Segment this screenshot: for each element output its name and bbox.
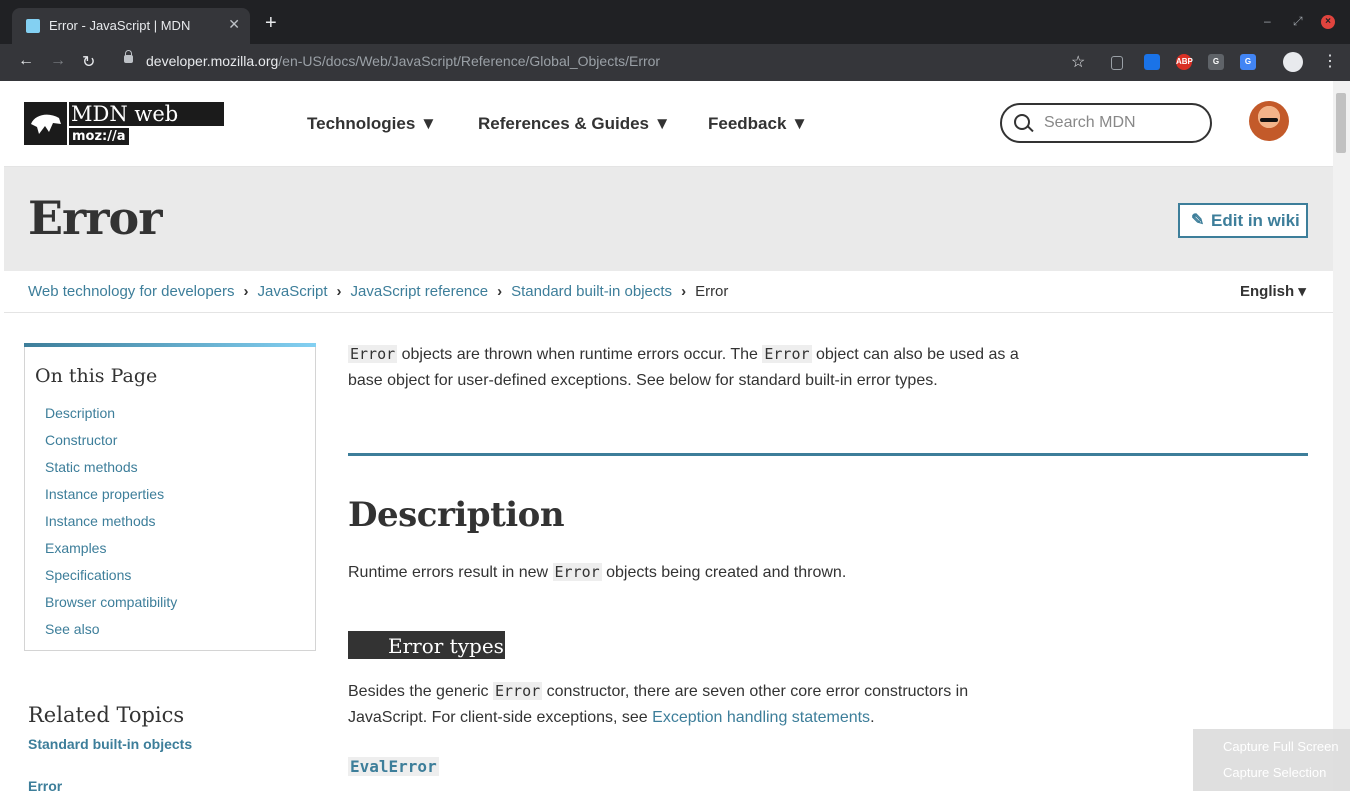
text: objects are thrown when runtime errors o… bbox=[397, 346, 763, 363]
description-paragraph: Runtime errors result in new Error objec… bbox=[348, 559, 1248, 586]
mdn-favicon-icon bbox=[26, 19, 40, 33]
toc-item-static-methods[interactable]: Static methods bbox=[45, 459, 138, 475]
toc-item-constructor[interactable]: Constructor bbox=[45, 432, 117, 448]
text: objects being created and thrown. bbox=[601, 564, 847, 581]
divider bbox=[4, 312, 1333, 313]
edit-in-wiki-button[interactable]: ✎ Edit in wiki bbox=[1178, 203, 1308, 238]
tab-close-icon[interactable]: ✕ bbox=[228, 16, 240, 33]
intro-paragraph: Error objects are thrown when runtime er… bbox=[348, 341, 1028, 394]
pencil-icon: ✎ bbox=[1191, 212, 1205, 229]
minimize-icon[interactable]: – bbox=[1264, 14, 1271, 28]
toc-heading: On this Page bbox=[35, 365, 158, 387]
toc-item-browser-compatibility[interactable]: Browser compatibility bbox=[45, 594, 177, 610]
chevron-right-icon: › bbox=[681, 283, 687, 300]
error-types-paragraph: Besides the generic Error constructor, t… bbox=[348, 678, 1028, 731]
nav-references-guides[interactable]: References & Guides ▼ bbox=[478, 114, 671, 134]
back-icon[interactable]: ← bbox=[18, 52, 34, 70]
capture-selection-button[interactable]: Capture Selection bbox=[1223, 765, 1326, 780]
breadcrumb-javascript[interactable]: JavaScript bbox=[258, 283, 328, 300]
ext-adblock-icon[interactable]: ABP bbox=[1176, 54, 1193, 70]
site-header: MDN web docs moz://a Technologies ▼ Refe… bbox=[4, 81, 1333, 167]
browser-tab[interactable]: Error - JavaScript | MDN ✕ bbox=[12, 8, 250, 44]
edit-in-wiki-label: Edit in wiki bbox=[1211, 211, 1300, 230]
error-types-heading: Error types bbox=[348, 631, 505, 659]
scrollbar-thumb[interactable] bbox=[1336, 93, 1346, 153]
logo-wordmark: MDN web docs bbox=[69, 102, 224, 150]
bookmark-star-icon[interactable]: ☆ bbox=[1071, 52, 1085, 72]
evalerror-link[interactable]: EvalError bbox=[348, 757, 439, 776]
capture-overlay: Capture Full Screen Capture Selection bbox=[1193, 729, 1350, 791]
text: Besides the generic bbox=[348, 683, 493, 700]
forward-icon[interactable]: → bbox=[50, 52, 66, 70]
logo-mozilla: moz://a bbox=[69, 128, 129, 145]
chevron-right-icon: › bbox=[243, 283, 249, 300]
address-bar[interactable]: developer.mozilla.org/en-US/docs/Web/Jav… bbox=[146, 53, 660, 69]
user-avatar[interactable] bbox=[1249, 101, 1289, 141]
toc-item-specifications[interactable]: Specifications bbox=[45, 567, 131, 583]
chevron-right-icon: › bbox=[336, 283, 342, 300]
tab-title: Error - JavaScript | MDN bbox=[49, 18, 191, 33]
language-selector[interactable]: English ▾ bbox=[1240, 282, 1306, 300]
inline-code: Error bbox=[348, 345, 398, 363]
breadcrumb-js-reference[interactable]: JavaScript reference bbox=[351, 283, 489, 300]
inline-code: Error bbox=[762, 345, 812, 363]
inline-code: Error bbox=[492, 682, 543, 700]
text: Runtime errors result in new bbox=[348, 564, 553, 581]
breadcrumb-web-tech[interactable]: Web technology for developers bbox=[28, 283, 235, 300]
toc-accent-bar bbox=[24, 343, 316, 347]
breadcrumb-current: Error bbox=[695, 283, 729, 300]
section-rule bbox=[348, 453, 1308, 456]
title-banner bbox=[4, 167, 1333, 271]
toc-item-instance-properties[interactable]: Instance properties bbox=[45, 486, 164, 502]
new-tab-button[interactable]: + bbox=[265, 13, 277, 33]
restore-icon[interactable]: ⤢ bbox=[1293, 14, 1303, 29]
search-box[interactable] bbox=[1000, 103, 1212, 143]
profile-avatar-icon[interactable] bbox=[1283, 52, 1303, 72]
on-this-page-panel: On this Page Description Constructor Sta… bbox=[24, 343, 316, 651]
lock-icon bbox=[124, 50, 133, 63]
page-viewport: MDN web docs moz://a Technologies ▼ Refe… bbox=[4, 81, 1333, 791]
breadcrumb-builtin-objects[interactable]: Standard built-in objects bbox=[511, 283, 672, 300]
description-heading: Description bbox=[348, 495, 565, 535]
ext-g-icon[interactable]: G bbox=[1208, 54, 1224, 70]
error-types-label: Error types bbox=[388, 634, 504, 658]
page-title: Error bbox=[28, 191, 162, 245]
chevron-right-icon: › bbox=[497, 283, 503, 300]
search-input[interactable] bbox=[1042, 112, 1196, 134]
ext-google-translate-icon[interactable]: G bbox=[1240, 54, 1256, 70]
inline-code: Error bbox=[552, 563, 602, 581]
toc-item-description[interactable]: Description bbox=[45, 405, 115, 421]
exception-handling-link[interactable]: Exception handling statements bbox=[652, 709, 870, 726]
nav-technologies[interactable]: Technologies ▼ bbox=[307, 114, 437, 134]
vertical-scrollbar[interactable] bbox=[1333, 81, 1350, 791]
browser-menu-icon[interactable]: ⋮ bbox=[1322, 51, 1338, 71]
url-path: /en-US/docs/Web/JavaScript/Reference/Glo… bbox=[278, 53, 661, 69]
browser-toolbar: ← → ↻ developer.mozilla.org/en-US/docs/W… bbox=[0, 44, 1350, 81]
url-host: developer.mozilla.org bbox=[146, 53, 279, 69]
search-icon bbox=[1014, 114, 1030, 130]
related-link-error[interactable]: Error bbox=[28, 778, 62, 791]
reload-icon[interactable]: ↻ bbox=[82, 52, 95, 72]
ext-tabs-icon[interactable] bbox=[1111, 56, 1123, 70]
breadcrumb: Web technology for developers › JavaScript… bbox=[28, 283, 728, 300]
ext-translate-icon[interactable] bbox=[1144, 54, 1160, 70]
browser-tab-bar: Error - JavaScript | MDN ✕ + – ⤢ × bbox=[0, 0, 1350, 44]
window-close-icon[interactable]: × bbox=[1321, 15, 1335, 29]
toc-item-instance-methods[interactable]: Instance methods bbox=[45, 513, 156, 529]
toc-item-see-also[interactable]: See also bbox=[45, 621, 99, 637]
mdn-dino-icon bbox=[24, 102, 67, 145]
related-topics-heading: Related Topics bbox=[28, 703, 185, 727]
nav-feedback[interactable]: Feedback ▼ bbox=[708, 114, 808, 134]
mdn-logo[interactable]: MDN web docs moz://a bbox=[24, 102, 224, 150]
capture-full-screen-button[interactable]: Capture Full Screen bbox=[1223, 739, 1339, 754]
toc-item-examples[interactable]: Examples bbox=[45, 540, 106, 556]
related-link-builtin-objects[interactable]: Standard built-in objects bbox=[28, 736, 192, 752]
text: . bbox=[870, 709, 875, 726]
